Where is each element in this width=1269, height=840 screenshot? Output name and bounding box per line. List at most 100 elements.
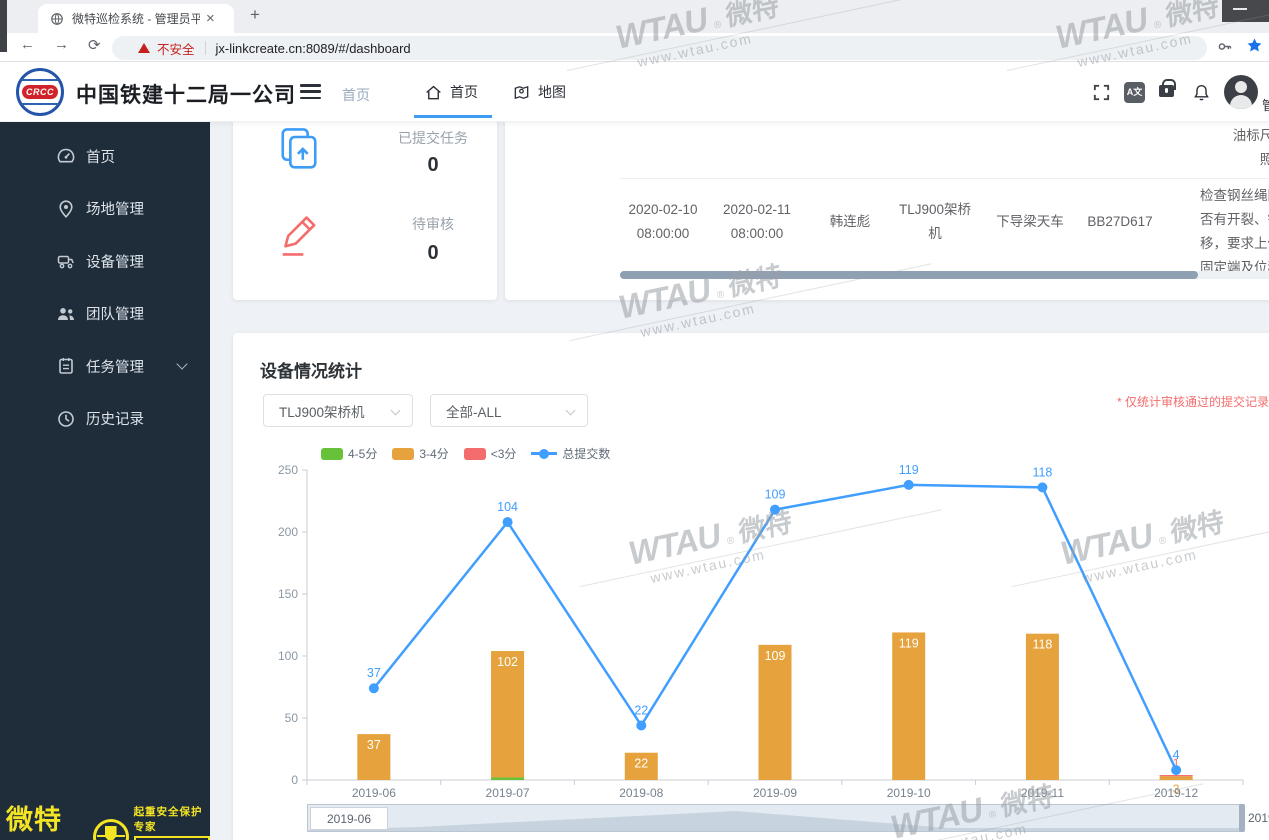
table-cell: 08:00:00: [707, 122, 807, 130]
sidebar-item-task[interactable]: 任务管理: [0, 346, 210, 386]
sidebar-item-team[interactable]: 团队管理: [0, 294, 210, 334]
tab-home-label: 首页: [450, 84, 478, 100]
fullscreen-icon[interactable]: [1092, 83, 1111, 102]
security-label[interactable]: 不安全: [157, 39, 195, 58]
svg-text:118: 118: [1032, 638, 1052, 652]
scope-select[interactable]: 全部-ALL: [430, 394, 588, 427]
task-icon: [56, 356, 76, 376]
table-cell-description: 检查钢丝绳固定端否有开裂、钢丝绳 移，要求上传钢丝固定端及位移线: [1200, 188, 1269, 275]
svg-text:200: 200: [278, 525, 298, 539]
svg-text:150: 150: [278, 587, 298, 601]
table-cell: 车: [890, 122, 980, 128]
sidebar-item-label: 团队管理: [86, 307, 144, 323]
panel-note: * 仅统计审核通过的提交记录: [1116, 395, 1269, 409]
device-stats-card: 设备情况统计 TLJ900架桥机 全部-ALL * 仅统计审核通过的提交记录 4…: [233, 333, 1269, 840]
pending-review-icon: [273, 210, 325, 262]
favicon-globe-icon: [50, 12, 64, 26]
chevron-down-icon: [390, 405, 401, 416]
company-title: 中国铁建十二局一公司: [76, 84, 296, 107]
password-key-icon[interactable]: [1216, 38, 1233, 55]
translate-icon[interactable]: A文: [1124, 82, 1145, 103]
horizontal-scrollbar[interactable]: [620, 271, 1269, 279]
tab-map[interactable]: 地图: [512, 62, 566, 122]
sidebar-item-label: 首页: [86, 149, 115, 166]
breadcrumb: 首页: [342, 87, 370, 103]
svg-text:22: 22: [634, 757, 648, 771]
divider: [204, 41, 206, 55]
table-cell-start: 2020-02-10 08:00:00: [628, 202, 698, 241]
stats-card: 已提交任务 0 待审核 0: [233, 122, 497, 300]
svg-text:100: 100: [278, 649, 298, 663]
browser-urlbar: ← → ⟳ 不安全 jx-linkcreate.cn:8089/#/dashbo…: [0, 33, 1269, 62]
window-frame-edge: [0, 0, 7, 52]
tab-map-label: 地图: [538, 84, 566, 100]
bell-icon[interactable]: [1192, 83, 1211, 102]
datazoom-right-handle[interactable]: [1239, 804, 1245, 832]
panel-title: 设备情况统计: [260, 362, 362, 381]
window-frame-corner: [1222, 0, 1269, 22]
crcc-logo: CRCC: [16, 68, 64, 116]
select-value: TLJ900架桥机: [279, 404, 365, 420]
sidebar-item-dashboard[interactable]: 首页: [0, 136, 210, 176]
sidebar-item-location[interactable]: 场地管理: [0, 189, 210, 229]
legend-swatch: [392, 447, 415, 460]
map-icon: [512, 83, 531, 102]
sidebar: 微特技术 起重安全保护专家 400-008-2600 首页场地管理设备管理团队管…: [0, 122, 210, 840]
url-text[interactable]: jx-linkcreate.cn:8089/#/dashboard: [216, 41, 411, 56]
svg-text:102: 102: [497, 655, 518, 669]
svg-text:22: 22: [634, 703, 648, 717]
back-icon[interactable]: ←: [20, 36, 35, 53]
datazoom-slider[interactable]: 2019-06 2019-12: [307, 804, 1269, 832]
table-cell: 08:00:00: [613, 122, 713, 130]
table-cell-person: 韩连彪: [829, 214, 871, 229]
chart-legend[interactable]: 4-5分 3-4分 <3分 总提交数: [321, 445, 610, 462]
legend-item[interactable]: 总提交数: [531, 445, 610, 462]
svg-text:2019-11: 2019-11: [1021, 786, 1064, 800]
reload-icon[interactable]: ⟳: [88, 36, 101, 54]
table-cell-device: TLJ900架桥机: [898, 202, 972, 241]
svg-text:104: 104: [497, 500, 518, 514]
legend-label: 3-4分: [419, 447, 449, 461]
hamburger-menu-icon[interactable]: [300, 84, 321, 103]
device-type-select[interactable]: TLJ900架桥机: [263, 394, 413, 427]
svg-text:119: 119: [899, 636, 919, 650]
datazoom-end-label: 2019-12: [1248, 811, 1269, 825]
sidebar-item-history[interactable]: 历史记录: [0, 399, 210, 439]
new-tab-button[interactable]: +: [243, 5, 267, 25]
main-content: 已提交任务 0 待审核 0 08:00:00 08:00:00 车 D 油标尺和…: [210, 122, 1269, 840]
svg-text:4: 4: [1173, 748, 1180, 762]
sidebar-item-device[interactable]: 设备管理: [0, 241, 210, 281]
tab-close-icon[interactable]: ×: [206, 10, 215, 27]
crcc-logo-text: CRCC: [22, 85, 58, 99]
lock-icon[interactable]: [1159, 79, 1176, 97]
tab-home[interactable]: 首页: [424, 62, 478, 122]
row-divider: [620, 178, 1269, 179]
address-bar[interactable]: 不安全 jx-linkcreate.cn:8089/#/dashboard: [112, 36, 1207, 60]
browser-tab[interactable]: 微特巡检系统 - 管理员平台 ×: [38, 4, 234, 33]
datazoom-start-label[interactable]: 2019-06: [310, 807, 388, 830]
svg-text:0: 0: [291, 773, 298, 787]
forward-icon[interactable]: →: [54, 36, 69, 53]
legend-item[interactable]: 4-5分: [321, 445, 377, 462]
table-cell: D: [1075, 122, 1165, 128]
records-table-card: 08:00:00 08:00:00 车 D 油标尺和防冻液 照片。 2020-0…: [505, 122, 1269, 300]
svg-text:37: 37: [367, 738, 381, 752]
select-value: 全部-ALL: [446, 404, 502, 420]
legend-item[interactable]: 3-4分: [392, 445, 449, 462]
svg-text:2019-12: 2019-12: [1154, 786, 1198, 800]
scrollbar-thumb[interactable]: [620, 271, 1198, 279]
legend-item[interactable]: <3分: [463, 445, 516, 462]
avatar[interactable]: [1224, 75, 1258, 109]
sidebar-item-label: 场地管理: [86, 202, 144, 218]
brand-tagline: 起重安全保护专家: [133, 806, 203, 833]
stat-value: 0: [427, 242, 439, 264]
svg-text:3: 3: [1173, 782, 1180, 796]
dashboard-icon: [56, 146, 76, 166]
bookmark-star-icon[interactable]: [1246, 37, 1263, 59]
minimize-button[interactable]: [1233, 8, 1247, 10]
device-icon: [56, 251, 76, 271]
tab-title: 微特巡检系统 - 管理员平台: [72, 12, 200, 26]
legend-swatch: [463, 447, 486, 460]
chevron-down-icon: [565, 405, 576, 416]
wtau-brand-logo: 微特技术 起重安全保护专家 400-008-2600: [6, 798, 210, 840]
